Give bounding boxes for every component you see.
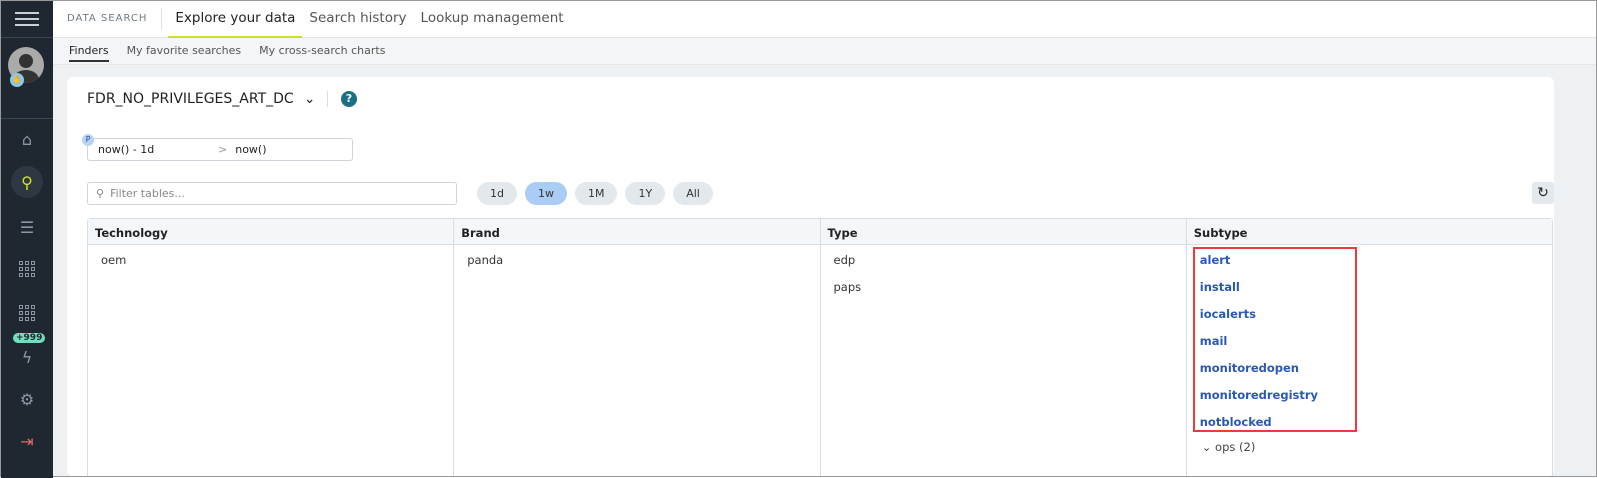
bolt-icon[interactable]: ϟ [1, 342, 53, 372]
range-1d[interactable]: 1d [477, 182, 517, 205]
range-pills: 1d 1w 1M 1Y All [477, 182, 713, 205]
ops-group[interactable]: ⌄ ops (2) [1200, 440, 1539, 454]
tab-search-history[interactable]: Search history [302, 1, 413, 38]
technology-item[interactable]: oem [101, 253, 440, 280]
range-all[interactable]: All [673, 182, 713, 205]
home-icon[interactable]: ⌂ [1, 124, 53, 154]
ops-label: ops (2) [1215, 440, 1256, 454]
chevron-down-icon: ⌄ [303, 91, 316, 107]
tab-explore[interactable]: Explore your data [168, 1, 303, 38]
subtype-link[interactable]: iocalerts [1200, 307, 1350, 334]
subtype-link[interactable]: monitoredopen [1200, 361, 1350, 388]
finder-card: FDR_NO_PRIVILEGES_ART_DC ⌄ ? P now() - 1d… [67, 77, 1554, 476]
content: FDR_NO_PRIVILEGES_ART_DC ⌄ ? P now() - 1d… [53, 65, 1596, 476]
search-icon: ⚲ [96, 187, 105, 200]
sidebar: ✋ ⌂ ⚲ ☰ +999 ϟ ⚙ ⇥ [1, 1, 53, 478]
apps-icon[interactable] [1, 254, 53, 284]
range-1m[interactable]: 1M [574, 182, 618, 205]
subtype-link[interactable]: install [1200, 280, 1350, 307]
chevron-down-icon: ⌄ [1201, 440, 1216, 454]
help-icon[interactable]: ? [341, 91, 357, 107]
sub-tabs: Finders My favorite searches My cross-se… [53, 38, 1596, 65]
apps-icon[interactable] [1, 298, 53, 328]
date-from: now() - 1d [98, 143, 155, 156]
range-1w[interactable]: 1w [524, 182, 567, 205]
sliders-icon[interactable]: ☰ [1, 212, 53, 242]
type-item[interactable]: paps [834, 280, 1173, 307]
brand-item[interactable]: panda [467, 253, 806, 280]
gear-icon[interactable]: ⚙ [1, 384, 53, 414]
type-item[interactable]: edp [834, 253, 1173, 280]
menu-button[interactable] [1, 1, 53, 38]
subtab-cross-search-charts[interactable]: My cross-search charts [259, 40, 385, 62]
finder-name: FDR_NO_PRIVILEGES_ART_DC [87, 91, 294, 107]
arrow-icon: > [218, 143, 228, 156]
date-to: now() [235, 143, 267, 156]
finder-table: Technology oem Brand panda Type edp paps … [87, 218, 1553, 476]
subtype-link[interactable]: mail [1200, 334, 1350, 361]
hamburger-icon [15, 12, 39, 26]
logout-icon[interactable]: ⇥ [1, 426, 53, 456]
hand-icon: ✋ [10, 73, 24, 87]
subtype-link[interactable]: alert [1200, 253, 1350, 280]
date-range-input[interactable]: P now() - 1d > now() [82, 134, 353, 161]
filter-tables-input[interactable]: ⚲ Filter tables... [87, 182, 457, 205]
search-icon[interactable]: ⚲ [1, 166, 53, 198]
subtab-favorites[interactable]: My favorite searches [127, 40, 242, 62]
top-nav: DATA SEARCH Explore your data Search his… [53, 1, 1596, 38]
subtype-link[interactable]: monitoredregistry [1200, 388, 1350, 415]
filter-placeholder: Filter tables... [110, 187, 185, 200]
subtype-link[interactable]: notblocked [1200, 415, 1350, 442]
header-brand: Brand [454, 219, 820, 245]
tab-lookup-management[interactable]: Lookup management [414, 1, 571, 38]
period-badge: P [82, 134, 94, 146]
range-1y[interactable]: 1Y [625, 182, 666, 205]
header-type: Type [820, 219, 1186, 245]
header-subtype: Subtype [1186, 219, 1552, 245]
header-technology: Technology [88, 219, 454, 245]
refresh-icon[interactable]: ↻ [1532, 182, 1554, 204]
finder-selector[interactable]: FDR_NO_PRIVILEGES_ART_DC ⌄ [87, 91, 315, 107]
app-brand: DATA SEARCH [53, 8, 163, 30]
subtab-finders[interactable]: Finders [69, 40, 109, 62]
highlight-box: alert install iocalerts mail monitoredop… [1192, 247, 1357, 432]
